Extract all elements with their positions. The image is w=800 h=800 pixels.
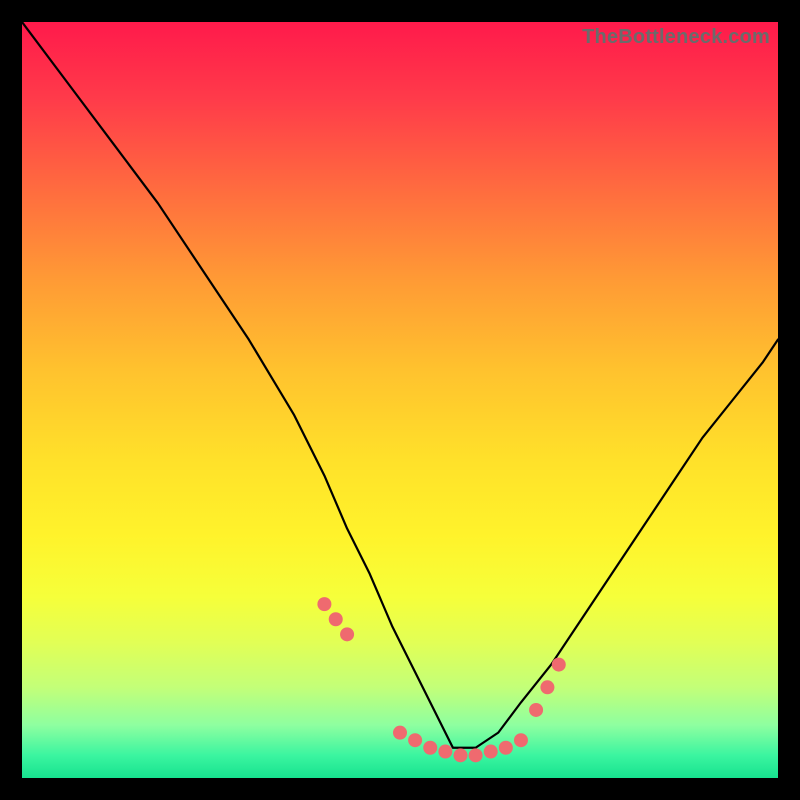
highlight-dot	[552, 658, 566, 672]
plot-area: TheBottleneck.com	[22, 22, 778, 778]
bottleneck-curve	[22, 22, 778, 748]
highlight-dot	[499, 741, 513, 755]
highlight-dot	[340, 627, 354, 641]
highlight-dot	[317, 597, 331, 611]
highlight-dot	[540, 680, 554, 694]
highlight-dot	[469, 748, 483, 762]
highlight-dot	[423, 741, 437, 755]
highlight-dot	[393, 726, 407, 740]
highlight-dot	[529, 703, 543, 717]
highlight-dot	[408, 733, 422, 747]
highlight-dots	[317, 597, 565, 762]
highlight-dot	[514, 733, 528, 747]
chart-overlay	[22, 22, 778, 778]
chart-stage: TheBottleneck.com	[0, 0, 800, 800]
highlight-dot	[438, 745, 452, 759]
highlight-dot	[484, 745, 498, 759]
highlight-dot	[329, 612, 343, 626]
highlight-dot	[453, 748, 467, 762]
